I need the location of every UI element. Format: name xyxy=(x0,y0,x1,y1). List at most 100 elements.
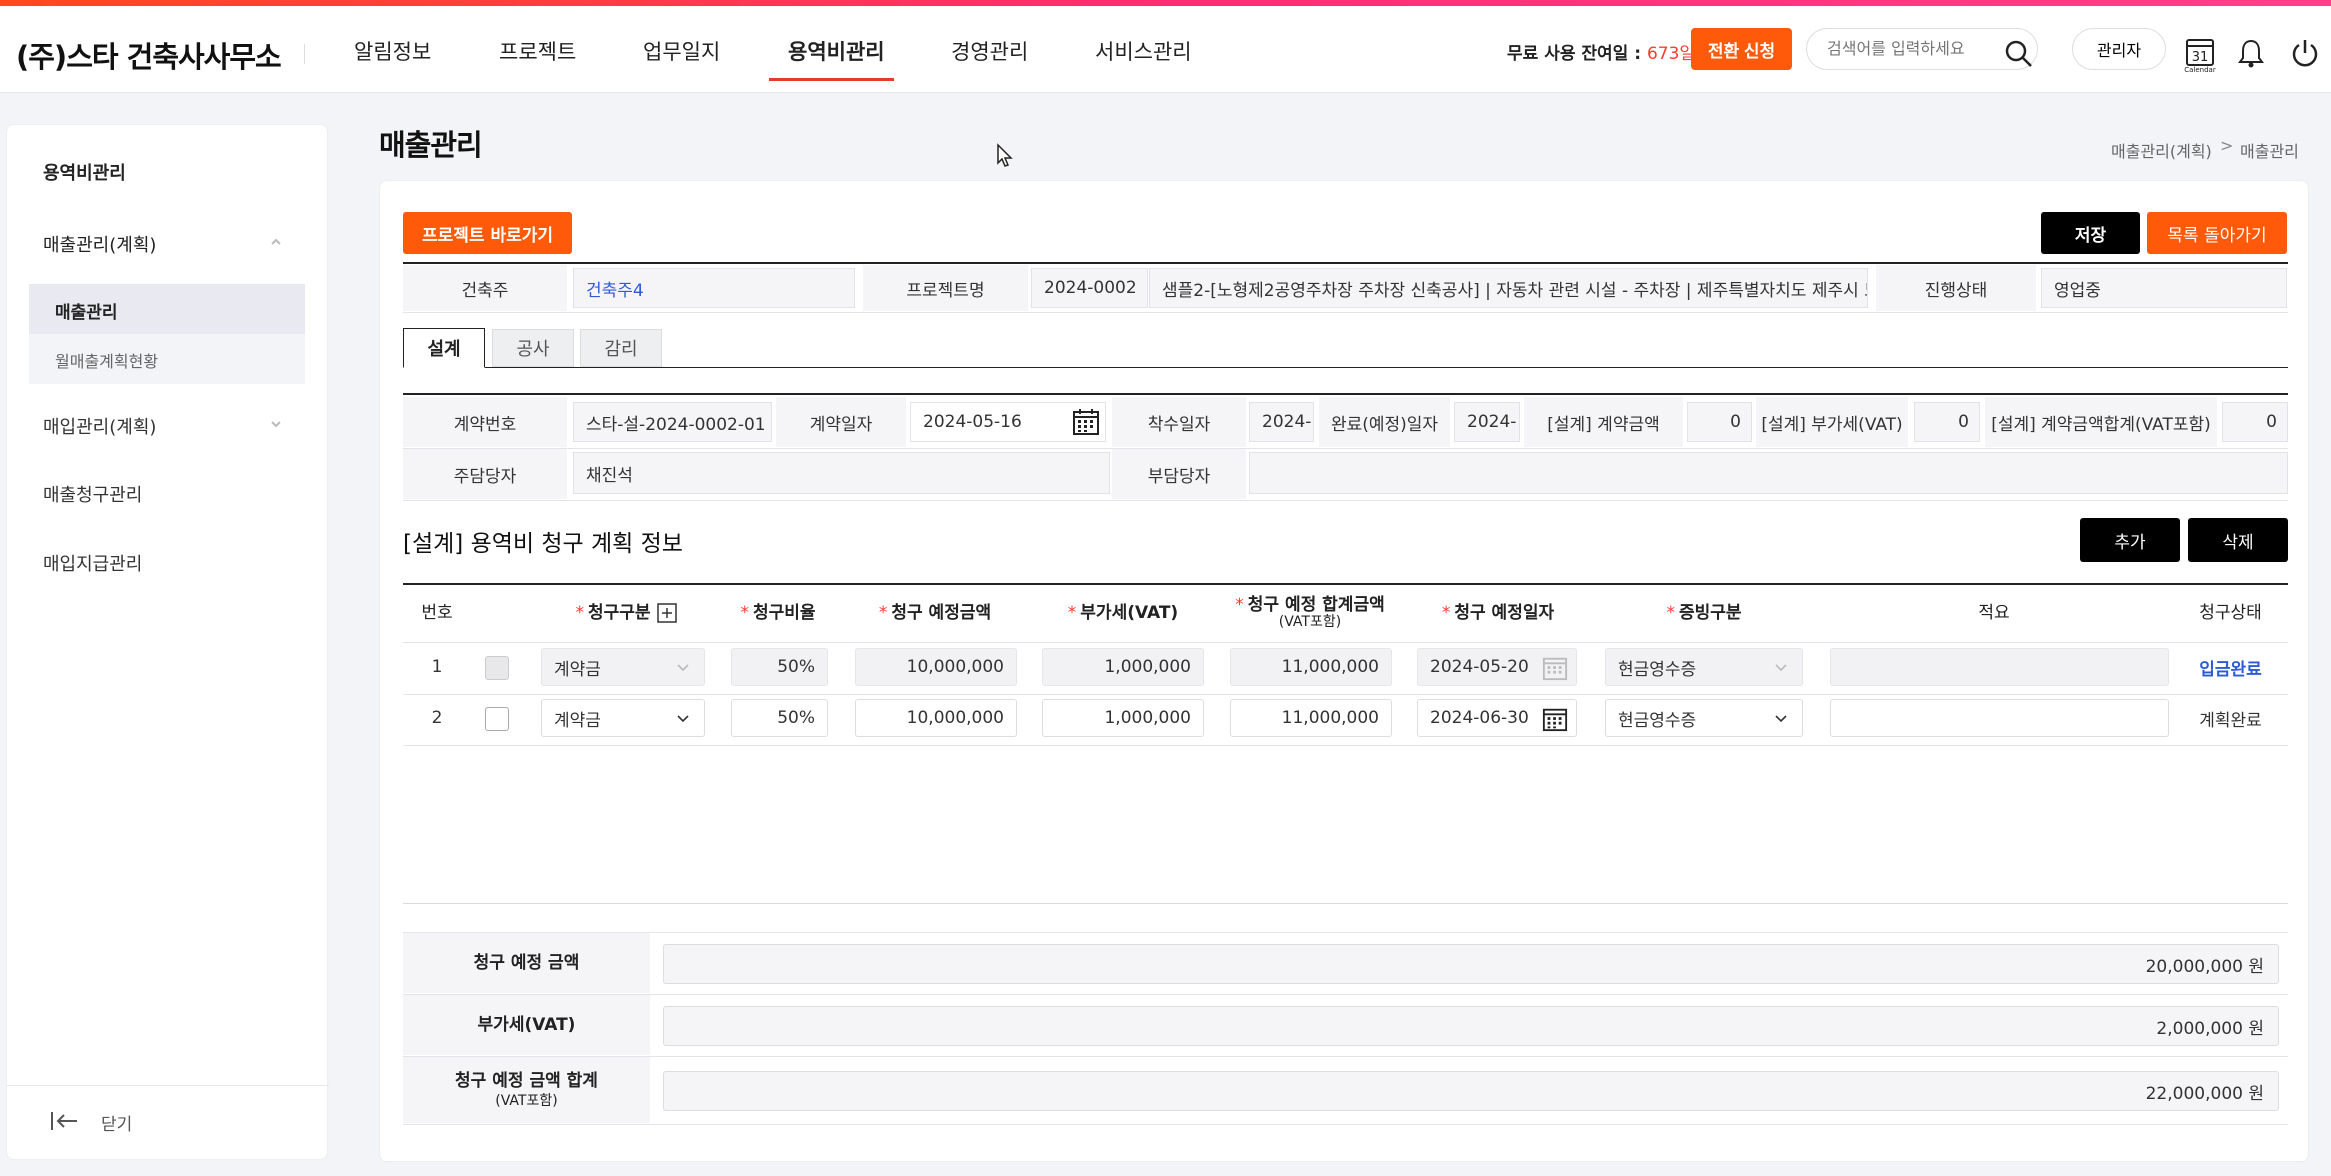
calendar-icon[interactable]: 31Calendar xyxy=(2184,36,2216,74)
required-icon: * xyxy=(575,602,584,623)
row2-no: 2 xyxy=(431,708,443,728)
nav-worklog[interactable]: 업무일지 xyxy=(643,36,720,66)
divider xyxy=(403,745,2288,746)
col-vat: * 부가세(VAT) xyxy=(1031,585,1215,641)
row1-amount[interactable]: 10,000,000 xyxy=(855,648,1017,686)
row2-total[interactable]: 11,000,000 xyxy=(1230,699,1392,737)
nav-project[interactable]: 프로젝트 xyxy=(499,36,576,66)
row2-date[interactable]: 2024-06-30 xyxy=(1417,699,1577,737)
trial-days: 673일 xyxy=(1646,44,1696,64)
row1-ratio[interactable]: 50% xyxy=(731,648,828,686)
sidebar-item-monthly-plan[interactable]: 월매출계획현황 xyxy=(55,348,158,372)
start-date-value[interactable]: 2024- xyxy=(1249,402,1314,442)
contract-amount-value: 0 xyxy=(1687,402,1752,442)
divider xyxy=(403,262,2288,264)
row2-proof-select[interactable]: 현금영수증 xyxy=(1605,699,1803,737)
row1-memo[interactable] xyxy=(1830,648,2169,686)
col-date-label: 청구 예정일자 xyxy=(1454,602,1555,623)
summary-total-sub: (VAT포함) xyxy=(495,1092,558,1109)
col-total-label: 청구 예정 합계금액 xyxy=(1247,594,1385,615)
summary-total-label: 청구 예정 금액 합계 (VAT포함) xyxy=(403,1057,650,1123)
row1-proof-select[interactable]: 현금영수증 xyxy=(1605,648,1803,686)
end-date-value[interactable]: 2024- xyxy=(1454,402,1520,442)
contract-no-label: 계약번호 xyxy=(403,397,567,447)
status-label: 진행상태 xyxy=(1876,265,2036,311)
row1-date[interactable]: 2024-05-20 xyxy=(1417,648,1577,686)
breadcrumb-parent[interactable]: 매출관리(계획) xyxy=(2111,138,2212,162)
calendar-icon[interactable] xyxy=(1542,706,1568,732)
main-manager-value[interactable]: 채진석 xyxy=(573,452,1110,494)
divider xyxy=(403,994,2288,995)
contract-total-value: 0 xyxy=(2222,402,2288,442)
power-icon[interactable] xyxy=(2290,38,2320,68)
col-no: 번호 xyxy=(421,602,453,623)
row1-state[interactable]: 입금완료 xyxy=(2173,648,2288,686)
admin-button[interactable]: 관리자 xyxy=(2072,28,2166,70)
bell-icon[interactable] xyxy=(2236,38,2266,68)
sub-manager-value[interactable] xyxy=(1249,452,2288,494)
row1-total[interactable]: 11,000,000 xyxy=(1230,648,1392,686)
calendar-label: Calendar xyxy=(2184,66,2216,74)
row2-checkbox[interactable] xyxy=(485,707,509,731)
chevron-down-icon[interactable] xyxy=(269,419,283,429)
divider xyxy=(403,932,2288,933)
save-button[interactable]: 저장 xyxy=(2041,212,2140,254)
chevron-down-icon xyxy=(1775,664,1787,672)
search-input[interactable] xyxy=(1827,39,1987,58)
chevron-up-icon[interactable] xyxy=(269,237,283,247)
tab-design[interactable]: 설계 xyxy=(403,328,485,368)
row1-checkbox[interactable] xyxy=(485,656,509,680)
search-icon[interactable] xyxy=(2004,39,2034,69)
tab-construction[interactable]: 공사 xyxy=(492,329,574,367)
back-to-list-button[interactable]: 목록 돌아가기 xyxy=(2147,212,2287,254)
row1-proof: 현금영수증 xyxy=(1618,659,1697,680)
row2-ratio[interactable]: 50% xyxy=(731,699,828,737)
company-logo[interactable]: (주)스타 건축사사무소 xyxy=(16,34,282,76)
add-type-icon[interactable] xyxy=(656,603,677,623)
col-proof: * 증빙구분 xyxy=(1593,585,1815,641)
tab-supervision[interactable]: 감리 xyxy=(580,329,662,367)
contract-date-label: 계약일자 xyxy=(776,397,906,447)
row1-type-select[interactable]: 계약금 xyxy=(541,648,705,686)
sidebar-item-purchase-payment[interactable]: 매입지급관리 xyxy=(43,550,142,576)
required-icon: * xyxy=(740,602,749,623)
convert-button[interactable]: 전환 신청 xyxy=(1691,28,1792,70)
required-icon: * xyxy=(1441,602,1451,623)
col-total: * 청구 예정 합계금액 (VAT포함) xyxy=(1217,585,1403,641)
add-button[interactable]: 추가 xyxy=(2080,518,2180,562)
sidebar-close-label[interactable]: 닫기 xyxy=(101,1110,132,1135)
status-value: 영업중 xyxy=(2041,268,2287,308)
sidebar: 용역비관리 매출관리(계획) 매출관리 월매출계획현황 매입관리(계획) 매출청… xyxy=(6,124,329,1160)
row2-vat[interactable]: 1,000,000 xyxy=(1042,699,1204,737)
chevron-down-icon xyxy=(677,715,689,723)
client-value[interactable]: 건축주4 xyxy=(573,268,855,308)
calendar-icon[interactable] xyxy=(1542,655,1568,681)
calendar-icon[interactable] xyxy=(1072,408,1100,436)
divider xyxy=(403,903,2288,904)
contract-amount-label: [설계] 계약금액 xyxy=(1524,397,1683,447)
row1-vat[interactable]: 1,000,000 xyxy=(1042,648,1204,686)
nav-fee-management[interactable]: 용역비관리 xyxy=(788,36,885,66)
chevron-down-icon xyxy=(677,664,689,672)
nav-service[interactable]: 서비스관리 xyxy=(1095,36,1192,66)
row1-date-text: 2024-05-20 xyxy=(1430,657,1529,677)
col-state: 청구상태 xyxy=(2199,602,2262,623)
sidebar-item-sales-billing[interactable]: 매출청구관리 xyxy=(43,481,142,507)
col-memo: 적요 xyxy=(1978,602,2010,623)
page-title: 매출관리 xyxy=(379,128,483,162)
nav-business[interactable]: 경영관리 xyxy=(951,36,1028,66)
go-project-button[interactable]: 프로젝트 바로가기 xyxy=(403,212,572,254)
sidebar-item-sales[interactable]: 매출관리 xyxy=(55,298,118,323)
client-label: 건축주 xyxy=(403,265,567,311)
delete-button[interactable]: 삭제 xyxy=(2188,518,2288,562)
collapse-icon[interactable] xyxy=(49,1109,79,1133)
vat-value: 0 xyxy=(1914,402,1980,442)
vat-label: [설계] 부가세(VAT) xyxy=(1756,397,1908,447)
row2-memo[interactable] xyxy=(1830,699,2169,737)
row2-type-select[interactable]: 계약금 xyxy=(541,699,705,737)
nav-notice[interactable]: 알림정보 xyxy=(354,36,431,66)
sidebar-group-sales-plan[interactable]: 매출관리(계획) xyxy=(43,231,156,257)
row2-proof: 현금영수증 xyxy=(1618,710,1697,731)
sidebar-group-purchase-plan[interactable]: 매입관리(계획) xyxy=(43,413,156,439)
row2-amount[interactable]: 10,000,000 xyxy=(855,699,1017,737)
